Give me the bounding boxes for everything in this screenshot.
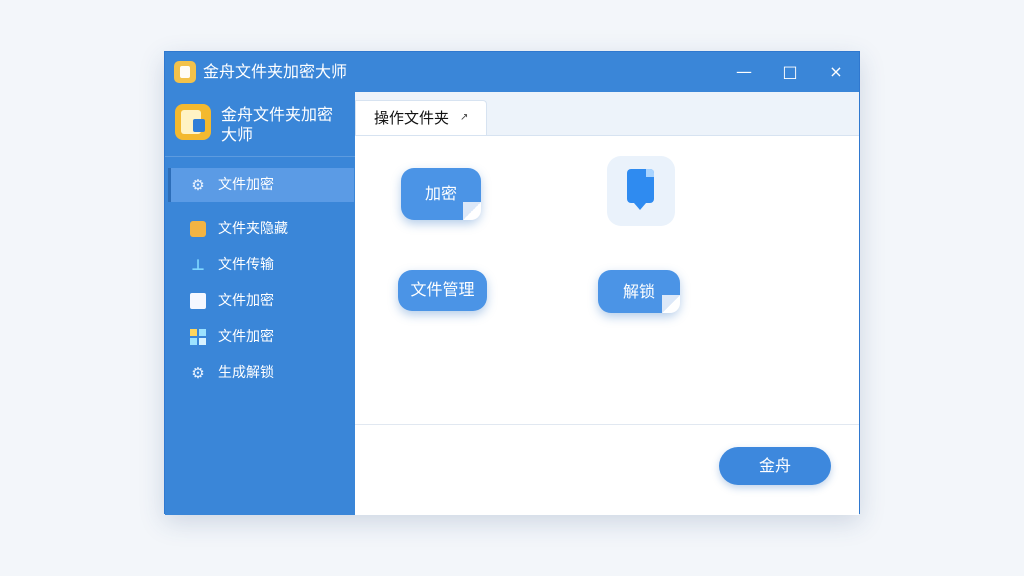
sidebar-item-file-transfer[interactable]: ⊥ 文件传输 [168, 248, 354, 282]
sidebar-item-label: 文件加密 [218, 293, 274, 309]
app-logo-icon [174, 61, 196, 83]
title-bar: 金舟文件夹加密大师 — □ × [165, 52, 859, 92]
app-window: 金舟文件夹加密大师 — □ × 金舟文件夹加密 大师 ⚙ 文件加密 文件夹隐藏 … [164, 51, 860, 515]
document-tile[interactable] [607, 156, 675, 226]
sidebar-item-label: 文件夹隐藏 [218, 221, 288, 237]
sidebar-item-document-encryption[interactable]: 文件加密 [168, 284, 354, 318]
tile-label: 加密 [424, 184, 457, 203]
grid-icon [190, 329, 206, 345]
sidebar-item-grid-encryption[interactable]: 文件加密 [168, 320, 354, 354]
tile-label: 解锁 [622, 282, 655, 301]
sidebar-item-file-encryption[interactable]: ⚙ 文件加密 [168, 168, 354, 202]
gear-icon: ⚙ [191, 176, 205, 194]
maximize-button[interactable]: □ [776, 59, 804, 85]
tab-operate-folder[interactable]: 操作文件夹 ↗ [355, 100, 487, 135]
minimize-button[interactable]: — [730, 59, 758, 85]
tab-label: 操作文件夹 [374, 109, 450, 127]
sidebar-item-label: 文件传输 [218, 257, 274, 273]
sidebar-item-label: 文件加密 [218, 329, 274, 345]
sidebar-header: 金舟文件夹加密 大师 [165, 92, 355, 157]
sidebar-item-folder-hide[interactable]: 文件夹隐藏 [168, 212, 354, 246]
app-logo-icon [175, 104, 211, 140]
folder-icon [190, 221, 206, 237]
document-icon [627, 169, 654, 210]
file-management-tile[interactable]: 文件管理 [398, 270, 487, 311]
encrypt-tile[interactable]: 加密 [401, 168, 481, 220]
sidebar-app-title: 金舟文件夹加密 大师 [221, 105, 334, 144]
tab-strip: 操作文件夹 ↗ [355, 92, 859, 136]
sidebar: 金舟文件夹加密 大师 ⚙ 文件加密 文件夹隐藏 ⊥ 文件传输 文件加密 文件加密… [165, 92, 355, 515]
tab-corner-icon: ↗ [460, 112, 469, 123]
gear-icon: ⚙ [191, 364, 205, 382]
close-button[interactable]: × [822, 59, 850, 85]
window-title: 金舟文件夹加密大师 [203, 62, 348, 81]
sidebar-item-label: 文件加密 [218, 177, 274, 193]
document-icon [190, 293, 206, 309]
sidebar-item-generate-unlock[interactable]: ⚙ 生成解锁 [168, 356, 354, 390]
main-content: 操作文件夹 ↗ 加密 文件管理 解锁 金舟 [355, 92, 859, 515]
content-divider [355, 424, 859, 425]
tile-label: 文件管理 [410, 280, 475, 299]
primary-button[interactable]: 金舟 [719, 447, 831, 485]
sidebar-item-label: 生成解锁 [218, 365, 274, 381]
unlock-tile[interactable]: 解锁 [598, 270, 680, 313]
upload-icon: ⊥ [191, 256, 205, 274]
